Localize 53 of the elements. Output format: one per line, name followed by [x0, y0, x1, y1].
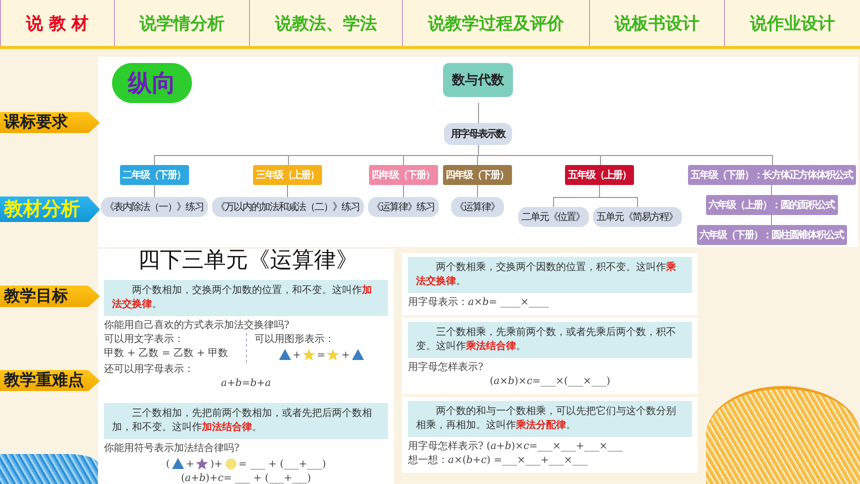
formula-text: = — [317, 350, 326, 360]
lesson-node: 二单元《位置》 — [518, 207, 588, 227]
grade-node: 四年级（下册） — [442, 165, 512, 185]
branch-node: 用字母表示数 — [444, 123, 512, 145]
sidebar-tab[interactable]: 教材分析 — [0, 196, 100, 222]
rule-statement: 两个数的和与一个数相乘，可以先把它们与这个数分别相乘，再相加。这叫作乘法分配律。 — [408, 401, 692, 437]
excerpt-text: 想一想：a×(b+c) =___×___+___×___ — [408, 454, 588, 468]
formula-text: (a×b)×c=___×(___×___) — [488, 375, 612, 389]
excerpt-text: 可以用图形表示： — [254, 333, 336, 347]
sidebar-tab[interactable]: 教学重难点 — [0, 370, 100, 392]
excerpt-text: 用字母怎样表示? — [408, 361, 484, 375]
lesson-node: 五单元《简易方程》 — [592, 207, 682, 227]
lesson-node: 《运算律》练习 — [368, 197, 438, 217]
formula-text: ( — [166, 458, 170, 470]
grade-node: 五年级（上册） — [565, 165, 634, 185]
rule-statement: 三个数相乘，先乘前两个数，或者先乘后两个数，积不变。这叫作乘法结合律。 — [408, 322, 692, 358]
rule-statement: 三个数相加，先把前两个数相加，或者先把后两个数相加，和不变。这叫作加法结合律。 — [104, 403, 388, 439]
nav-tab[interactable]: 说板书设计 — [588, 0, 724, 46]
excerpt-text: 用字母表示：a×b= ____×____ — [408, 296, 550, 310]
rule-statement: 两个数相加，交换两个加数的位置，和不变。这叫作加法交换律。 — [104, 280, 388, 316]
nav-tab[interactable]: 说教学过程及评价 — [402, 0, 589, 46]
grade-node: 三年级（上册） — [253, 165, 322, 185]
grade-node: 四年级（下册） — [368, 165, 438, 185]
nav-tab[interactable]: 说 教 材 — [0, 0, 114, 46]
formula-text: (a+b)+c= ___ + (___+___) — [180, 472, 312, 484]
excerpt-text: 还可以用字母表示： — [104, 363, 195, 377]
lesson-node: 《万以内的加法和减法（二）》练习 — [212, 197, 364, 217]
formula-text: + — [186, 458, 194, 470]
grade-node: 五年级（下册）：长方体正方体体积公式 — [688, 165, 856, 185]
formula-text: a+b=b+a — [220, 377, 272, 391]
root-node: 数与代数 — [443, 63, 513, 97]
formula-text: + — [341, 350, 350, 360]
formula-text: + — [292, 350, 302, 360]
excerpt-text: 你能用自己喜欢的方式表示加法交换律吗? — [104, 319, 290, 333]
nav-tab[interactable]: 说教法、学法 — [249, 0, 402, 46]
formula-text: )+ — [210, 458, 223, 470]
grade-node: 六年级（上册）：圆的面积公式 — [706, 195, 838, 215]
nav-tab[interactable]: 说学情分析 — [114, 0, 250, 46]
lesson-node: 《运算律》 — [450, 197, 504, 217]
excerpt-text: 可以用文字表示： — [104, 333, 185, 347]
direction-tag: 纵向 — [112, 63, 192, 103]
grade-node: 六年级（下册）：圆柱圆锥体积公式 — [696, 225, 846, 245]
excerpt-text: 甲数 + 乙数 = 乙数 + 甲数 — [104, 347, 230, 361]
formula-text: = ___ + (___+___) — [238, 458, 326, 470]
excerpt-text: 你能用符号表示加法结合律吗? — [104, 442, 240, 456]
sidebar-tab[interactable]: 教学目标 — [0, 285, 100, 307]
grade-node: 二年级（下册） — [120, 165, 188, 185]
sidebar-tab[interactable]: 课标要求 — [0, 112, 100, 134]
nav-tab[interactable]: 说作业设计 — [724, 0, 860, 46]
lesson-node: 《表内除法（一）》练习 — [100, 197, 208, 217]
excerpt-text: 用字母怎样表示? (a+b)×c=___×___+___×___ — [408, 440, 624, 454]
unit-title: 四下三单元《运算律》 — [138, 248, 358, 273]
rule-statement: 两个数相乘，交换两个因数的位置，积不变。这叫作乘法交换律。 — [408, 257, 692, 293]
